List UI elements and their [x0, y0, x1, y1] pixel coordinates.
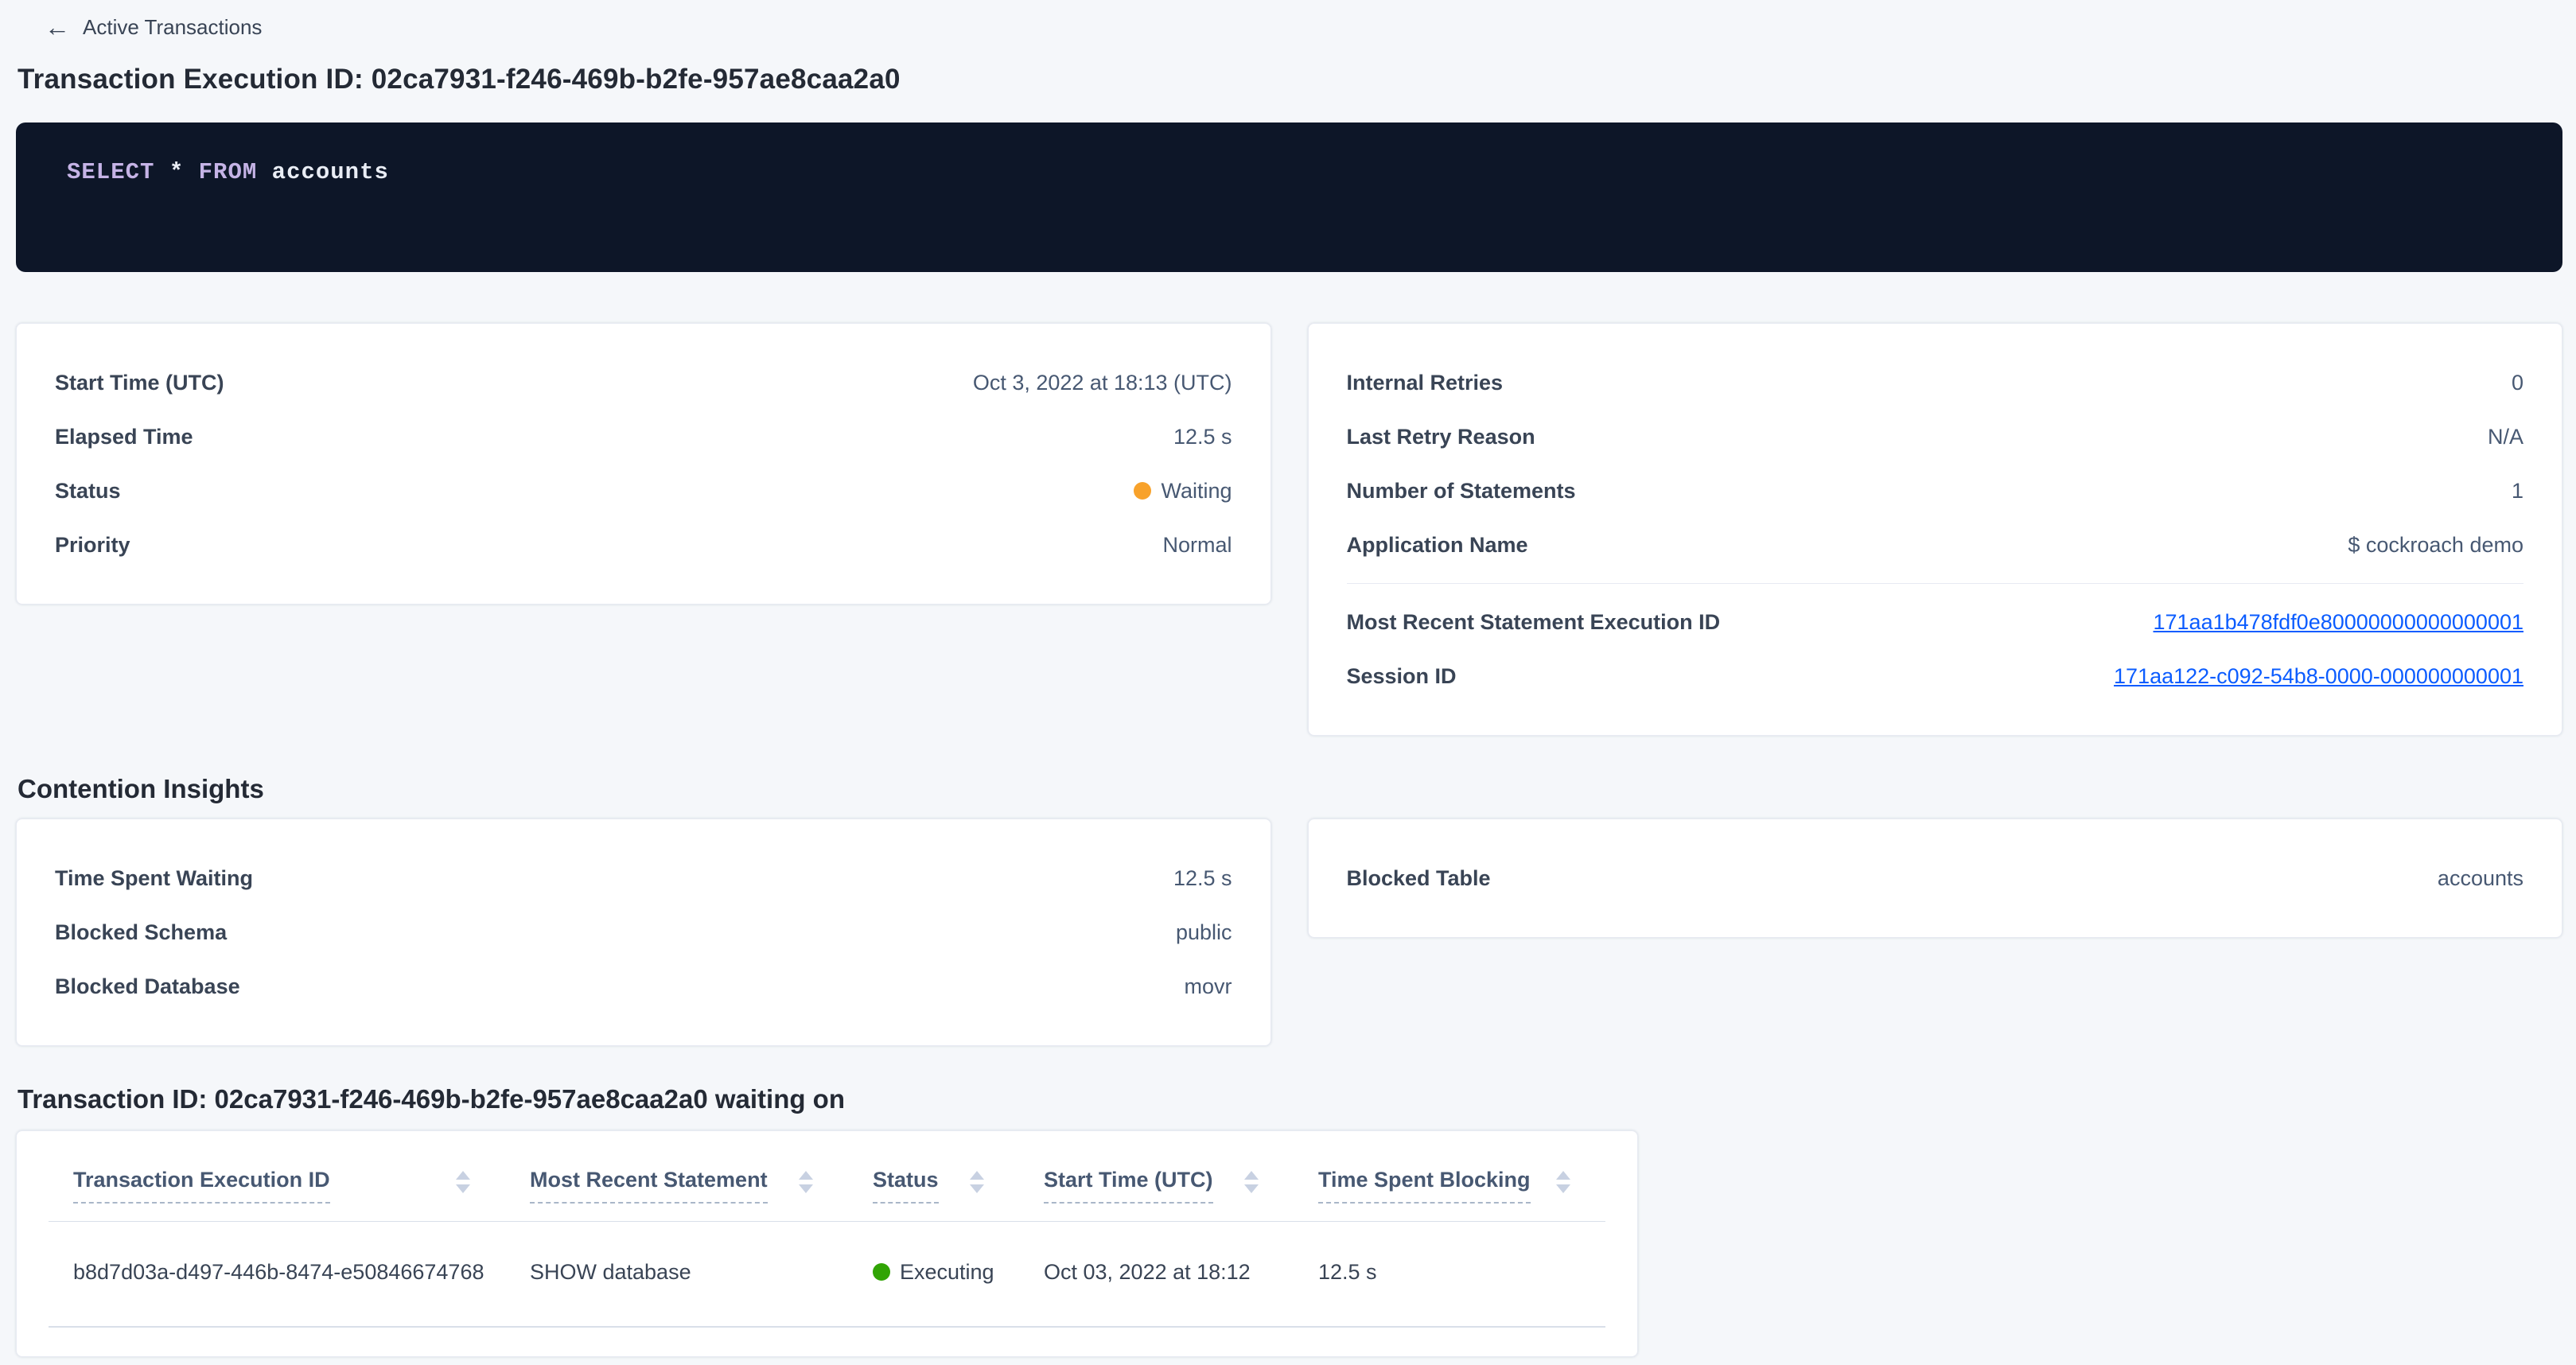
summary-row-start-time: Start Time (UTC) Oct 3, 2022 at 18:13 (U…	[55, 356, 1232, 410]
summary-card-left: Start Time (UTC) Oct 3, 2022 at 18:13 (U…	[16, 323, 1271, 605]
page-title: Transaction Execution ID: 02ca7931-f246-…	[18, 64, 2562, 95]
status-badge: Waiting	[1134, 479, 1232, 504]
row-label: Status	[55, 479, 121, 504]
row-value: N/A	[2488, 425, 2523, 449]
back-arrow-icon: ←	[45, 14, 70, 40]
row-label: Last Retry Reason	[1347, 425, 1535, 449]
table-header-row: Transaction Execution ID Most Recent Sta…	[49, 1131, 1605, 1222]
column-header-label: Time Spent Blocking	[1318, 1166, 1531, 1204]
row-label: Application Name	[1347, 533, 1528, 558]
contention-cards-row: Time Spent Waiting 12.5 s Blocked Schema…	[16, 819, 2562, 1046]
row-value: movr	[1185, 974, 1232, 999]
summary-row-session-id: Session ID 171aa122-c092-54b8-0000-00000…	[1347, 649, 2524, 703]
row-label: Elapsed Time	[55, 425, 193, 449]
row-label: Internal Retries	[1347, 371, 1504, 395]
cell-status: Executing	[848, 1260, 1019, 1285]
column-header-label: Status	[873, 1166, 939, 1204]
sort-arrows-icon	[970, 1171, 984, 1193]
contention-card-left: Time Spent Waiting 12.5 s Blocked Schema…	[16, 819, 1271, 1046]
status-executing-dot-icon	[873, 1263, 890, 1281]
contention-row-blocked-schema: Blocked Schema public	[55, 905, 1232, 959]
summary-row-application-name: Application Name $ cockroach demo	[1347, 518, 2524, 572]
transaction-details-page: ← Active Transactions Transaction Execut…	[0, 0, 2576, 1357]
row-label: Blocked Database	[55, 974, 240, 999]
summary-row-statement-execution-id: Most Recent Statement Execution ID 171aa…	[1347, 595, 2524, 649]
contention-row-blocked-database: Blocked Database movr	[55, 959, 1232, 1013]
row-label: Blocked Schema	[55, 920, 227, 945]
row-value: public	[1176, 920, 1232, 945]
row-value: 0	[2512, 371, 2523, 395]
summary-row-last-retry-reason: Last Retry Reason N/A	[1347, 410, 2524, 464]
column-header-start-time[interactable]: Start Time (UTC)	[1019, 1166, 1294, 1204]
row-label: Number of Statements	[1347, 479, 1576, 504]
column-header-label: Most Recent Statement	[530, 1166, 768, 1204]
cell-most-recent-statement: SHOW database	[505, 1260, 848, 1285]
row-label: Time Spent Waiting	[55, 866, 253, 891]
table-row: b8d7d03a-d497-446b-8474-e50846674768 SHO…	[49, 1222, 1605, 1328]
card-divider	[1347, 583, 2524, 584]
waiting-on-heading: Transaction ID: 02ca7931-f246-469b-b2fe-…	[18, 1084, 2562, 1114]
column-header-label: Transaction Execution ID	[73, 1166, 330, 1204]
back-link-label: Active Transactions	[83, 15, 262, 40]
back-link[interactable]: ← Active Transactions	[45, 14, 262, 40]
waiting-on-table: Transaction Execution ID Most Recent Sta…	[16, 1130, 1638, 1357]
sql-keyword-from: FROM	[199, 159, 258, 185]
row-value: Oct 3, 2022 at 18:13 (UTC)	[973, 371, 1232, 395]
column-header-time-spent-blocking[interactable]: Time Spent Blocking	[1294, 1166, 1605, 1204]
cell-start-time: Oct 03, 2022 at 18:12	[1019, 1260, 1294, 1285]
column-header-most-recent-statement[interactable]: Most Recent Statement	[505, 1166, 848, 1204]
column-header-status[interactable]: Status	[848, 1166, 1019, 1204]
row-value: accounts	[2438, 866, 2523, 891]
sort-arrows-icon	[1244, 1171, 1259, 1193]
summary-row-status: Status Waiting	[55, 464, 1232, 518]
status-label: Waiting	[1161, 479, 1232, 503]
row-label: Session ID	[1347, 664, 1457, 689]
sql-keyword-select: SELECT	[67, 159, 154, 185]
row-value: 1	[2512, 479, 2523, 504]
sort-arrows-icon	[456, 1171, 470, 1193]
cell-transaction-execution-id: b8d7d03a-d497-446b-8474-e50846674768	[49, 1260, 505, 1285]
row-value: $ cockroach demo	[2348, 533, 2523, 558]
row-value: 12.5 s	[1173, 866, 1232, 891]
sort-arrows-icon	[1556, 1171, 1570, 1193]
summary-row-number-of-statements: Number of Statements 1	[1347, 464, 2524, 518]
summary-cards-row: Start Time (UTC) Oct 3, 2022 at 18:13 (U…	[16, 323, 2562, 736]
statement-execution-id-link[interactable]: 171aa1b478fdf0e80000000000000001	[2154, 610, 2524, 635]
session-id-link[interactable]: 171aa122-c092-54b8-0000-000000000001	[2114, 664, 2523, 689]
row-label: Priority	[55, 533, 130, 558]
contention-card-right: Blocked Table accounts	[1308, 819, 2563, 938]
row-value: 12.5 s	[1173, 425, 1232, 449]
summary-row-internal-retries: Internal Retries 0	[1347, 356, 2524, 410]
sql-statement-box: SELECT * FROM accounts	[16, 122, 2562, 272]
sql-statement: SELECT * FROM accounts	[67, 159, 389, 185]
column-header-label: Start Time (UTC)	[1044, 1166, 1213, 1204]
sql-table-name: accounts	[272, 159, 389, 185]
sort-arrows-icon	[799, 1171, 813, 1193]
sql-star: *	[169, 159, 184, 185]
contention-insights-heading: Contention Insights	[18, 774, 2562, 804]
column-header-transaction-execution-id[interactable]: Transaction Execution ID	[49, 1166, 505, 1204]
summary-row-elapsed-time: Elapsed Time 12.5 s	[55, 410, 1232, 464]
contention-row-time-spent-waiting: Time Spent Waiting 12.5 s	[55, 851, 1232, 905]
cell-time-spent-blocking: 12.5 s	[1294, 1260, 1605, 1285]
contention-row-blocked-table: Blocked Table accounts	[1347, 851, 2524, 905]
status-label: Executing	[900, 1260, 994, 1284]
row-label: Start Time (UTC)	[55, 371, 224, 395]
row-value: Normal	[1162, 533, 1232, 558]
row-label: Blocked Table	[1347, 866, 1491, 891]
summary-row-priority: Priority Normal	[55, 518, 1232, 572]
status-waiting-dot-icon	[1134, 482, 1151, 500]
summary-card-right: Internal Retries 0 Last Retry Reason N/A…	[1308, 323, 2563, 736]
row-label: Most Recent Statement Execution ID	[1347, 610, 1721, 635]
